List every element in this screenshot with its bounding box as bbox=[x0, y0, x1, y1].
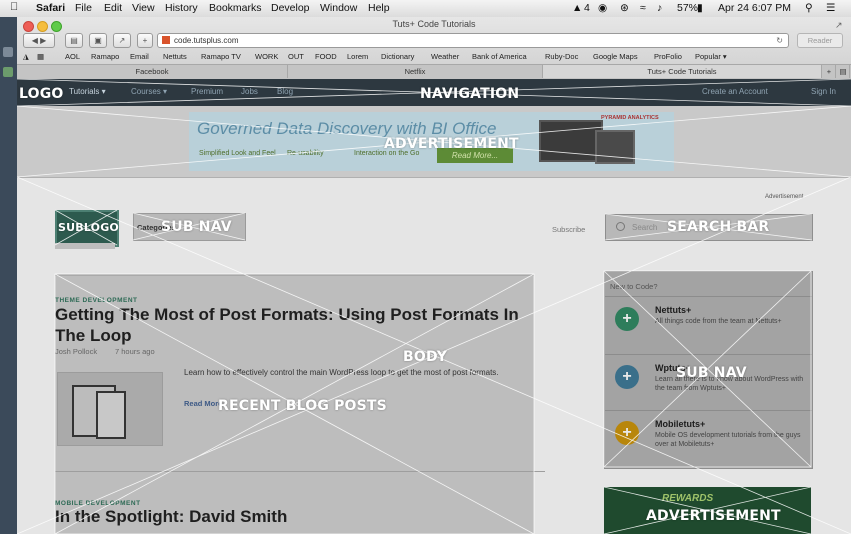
menu-app[interactable]: Safari bbox=[36, 2, 65, 14]
clock[interactable]: Apr 24 6:07 PM bbox=[718, 2, 791, 14]
spotlight-icon[interactable]: ⚲ bbox=[805, 2, 813, 14]
bookmark-item[interactable]: ProFolio bbox=[654, 52, 682, 61]
url-text: code.tutsplus.com bbox=[174, 36, 239, 45]
wireframe-label-logo: LOGO bbox=[19, 86, 64, 102]
window-title: Tuts+ Code Tutorials bbox=[392, 19, 476, 29]
apple-menu-icon[interactable]:  bbox=[10, 1, 18, 13]
back-forward-button[interactable]: ◀ ▶ bbox=[23, 33, 55, 48]
share-icon[interactable]: ↗ bbox=[113, 33, 131, 48]
fullscreen-icon[interactable]: ↗ bbox=[835, 20, 843, 31]
bookmark-item[interactable]: Bank of America bbox=[472, 52, 527, 61]
bookmark-item[interactable]: Popular ▾ bbox=[695, 52, 727, 61]
bookmark-item[interactable]: OUT bbox=[288, 52, 304, 61]
bookmark-item[interactable]: WORK bbox=[255, 52, 278, 61]
menu-bookmarks[interactable]: Bookmarks bbox=[209, 2, 262, 14]
sidebar-toggle-icon[interactable]: ▤ bbox=[65, 33, 83, 48]
bookmark-item[interactable]: Google Maps bbox=[593, 52, 638, 61]
volume-icon[interactable]: ♪ bbox=[657, 2, 662, 14]
tab-overview-icon[interactable]: ▤ bbox=[837, 65, 850, 78]
time-machine-icon[interactable]: ◉ bbox=[598, 2, 607, 14]
tab-tuts[interactable]: Tuts+ Code Tutorials bbox=[543, 65, 822, 78]
bookmark-item[interactable]: Email bbox=[130, 52, 149, 61]
reader-button[interactable]: Reader bbox=[797, 33, 843, 48]
wireframe-label-sidebar-sub-nav: SUB NAV bbox=[676, 365, 747, 381]
menu-file[interactable]: File bbox=[75, 2, 92, 14]
desktop-strip bbox=[0, 17, 17, 534]
wireframe-label-navigation: NAVIGATION bbox=[420, 86, 520, 102]
reload-icon[interactable]: ↻ bbox=[776, 34, 783, 47]
bookmark-item[interactable]: Weather bbox=[431, 52, 459, 61]
bookmark-item[interactable]: AOL bbox=[65, 52, 80, 61]
address-bar[interactable]: code.tutsplus.com ↻ bbox=[157, 33, 789, 48]
battery-percent[interactable]: 57% bbox=[677, 2, 698, 14]
wireframe-label-advertisement: ADVERTISEMENT bbox=[384, 136, 519, 152]
desktop-icon bbox=[3, 47, 13, 57]
wireframe-label-advertisement-2: ADVERTISEMENT bbox=[646, 508, 781, 524]
desktop-icon bbox=[3, 67, 13, 77]
webpage: Tutorials ▾ Courses ▾ Premium Jobs Blog … bbox=[17, 79, 851, 534]
new-tab-icon[interactable]: + bbox=[823, 65, 836, 78]
menu-help[interactable]: Help bbox=[368, 2, 390, 14]
tab-facebook[interactable]: Facebook bbox=[17, 65, 288, 78]
bookmarks-bar: ◮ ▦ AOL Ramapo Email Nettuts Ramapo TV W… bbox=[17, 49, 851, 63]
tab-bar: Facebook Netflix Tuts+ Code Tutorials + … bbox=[17, 64, 851, 79]
notification-count: 4 bbox=[584, 2, 590, 14]
tab-netflix[interactable]: Netflix bbox=[288, 65, 543, 78]
wireframe-label-sublogo: SUBLOGO bbox=[58, 221, 119, 234]
site-favicon-icon bbox=[162, 36, 170, 44]
wireframe-label-body: BODY bbox=[403, 349, 448, 365]
bookmark-item[interactable]: Nettuts bbox=[163, 52, 187, 61]
bluetooth-icon[interactable]: ⊛ bbox=[620, 2, 629, 14]
menu-window[interactable]: Window bbox=[320, 2, 357, 14]
bookmark-item[interactable]: Ruby-Doc bbox=[545, 52, 578, 61]
menu-bar:  Safari File Edit View History Bookmark… bbox=[0, 0, 851, 18]
menu-edit[interactable]: Edit bbox=[104, 2, 122, 14]
reading-list-icon[interactable]: ◮ bbox=[23, 52, 29, 61]
bookmark-item[interactable]: Ramapo bbox=[91, 52, 119, 61]
battery-icon: ▮ bbox=[697, 2, 703, 14]
bookmark-item[interactable]: Ramapo TV bbox=[201, 52, 241, 61]
menu-develop[interactable]: Develop bbox=[271, 2, 310, 14]
wireframe-label-search-bar: SEARCH BAR bbox=[667, 219, 770, 235]
bookmark-item[interactable]: Dictionary bbox=[381, 52, 414, 61]
menu-view[interactable]: View bbox=[132, 2, 155, 14]
show-all-tabs-icon[interactable]: ▣ bbox=[89, 33, 107, 48]
bookmark-item[interactable]: FOOD bbox=[315, 52, 337, 61]
adobe-icon[interactable]: ▲ bbox=[572, 2, 582, 14]
wifi-icon[interactable]: ≈ bbox=[640, 2, 646, 14]
wireframe-label-recent-posts: RECENT BLOG POSTS bbox=[218, 398, 387, 414]
wireframe-label-sub-nav: SUB NAV bbox=[161, 219, 232, 235]
add-tab-icon[interactable]: + bbox=[137, 33, 153, 48]
bookmark-item[interactable]: Lorem bbox=[347, 52, 368, 61]
menu-history[interactable]: History bbox=[165, 2, 198, 14]
notification-center-icon[interactable]: ☰ bbox=[826, 2, 835, 14]
top-sites-icon[interactable]: ▦ bbox=[37, 52, 44, 61]
